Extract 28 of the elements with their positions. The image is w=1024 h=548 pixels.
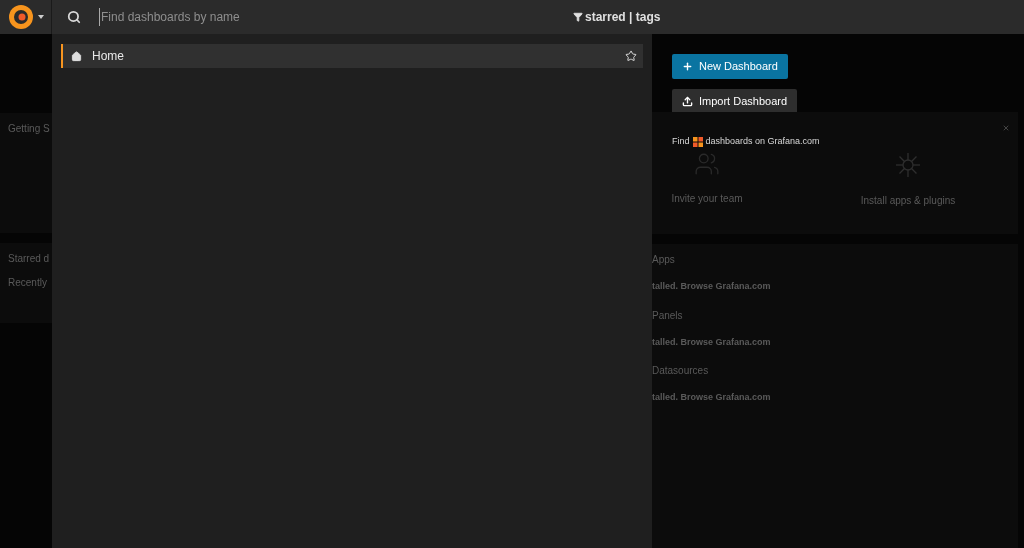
find-link[interactable]: dashboards on Grafana.com xyxy=(705,135,820,149)
dashboard-list-item[interactable]: Home xyxy=(61,44,643,68)
new-dashboard-button[interactable]: New Dashboard xyxy=(672,54,788,79)
panel-title: Recently xyxy=(8,276,48,290)
step-label: Invite your team xyxy=(671,191,743,206)
caret-icon[interactable] xyxy=(37,15,44,19)
section-title: Datasources xyxy=(652,364,710,378)
find-text: Find xyxy=(672,135,690,148)
star-icon[interactable] xyxy=(625,50,637,62)
section-text: talled. Browse Grafana.com xyxy=(652,280,772,293)
panel-title: Starred d xyxy=(8,252,51,266)
section-title: Apps xyxy=(652,253,676,267)
filter-button[interactable]: starred | tags xyxy=(573,8,661,26)
grafana-logo-icon[interactable] xyxy=(7,4,34,30)
search-field[interactable]: Find dashboards by name xyxy=(99,8,539,26)
filter-icon xyxy=(573,12,583,22)
step-label: Install apps & plugins xyxy=(860,193,956,208)
upload-icon xyxy=(682,96,693,107)
grid-logo-icon xyxy=(692,136,703,147)
section-title: Panels xyxy=(652,308,684,323)
home-icon xyxy=(71,50,82,62)
panel-title: Getting S xyxy=(8,122,51,136)
search-icon xyxy=(67,10,81,24)
section-text: talled. Browse Grafana.com xyxy=(652,335,772,349)
import-dashboard-button[interactable]: Import Dashboard xyxy=(672,89,798,114)
section-text: talled. Browse Grafana.com xyxy=(652,391,772,404)
plus-icon xyxy=(682,61,693,72)
dashboard-title: Home xyxy=(92,48,124,65)
